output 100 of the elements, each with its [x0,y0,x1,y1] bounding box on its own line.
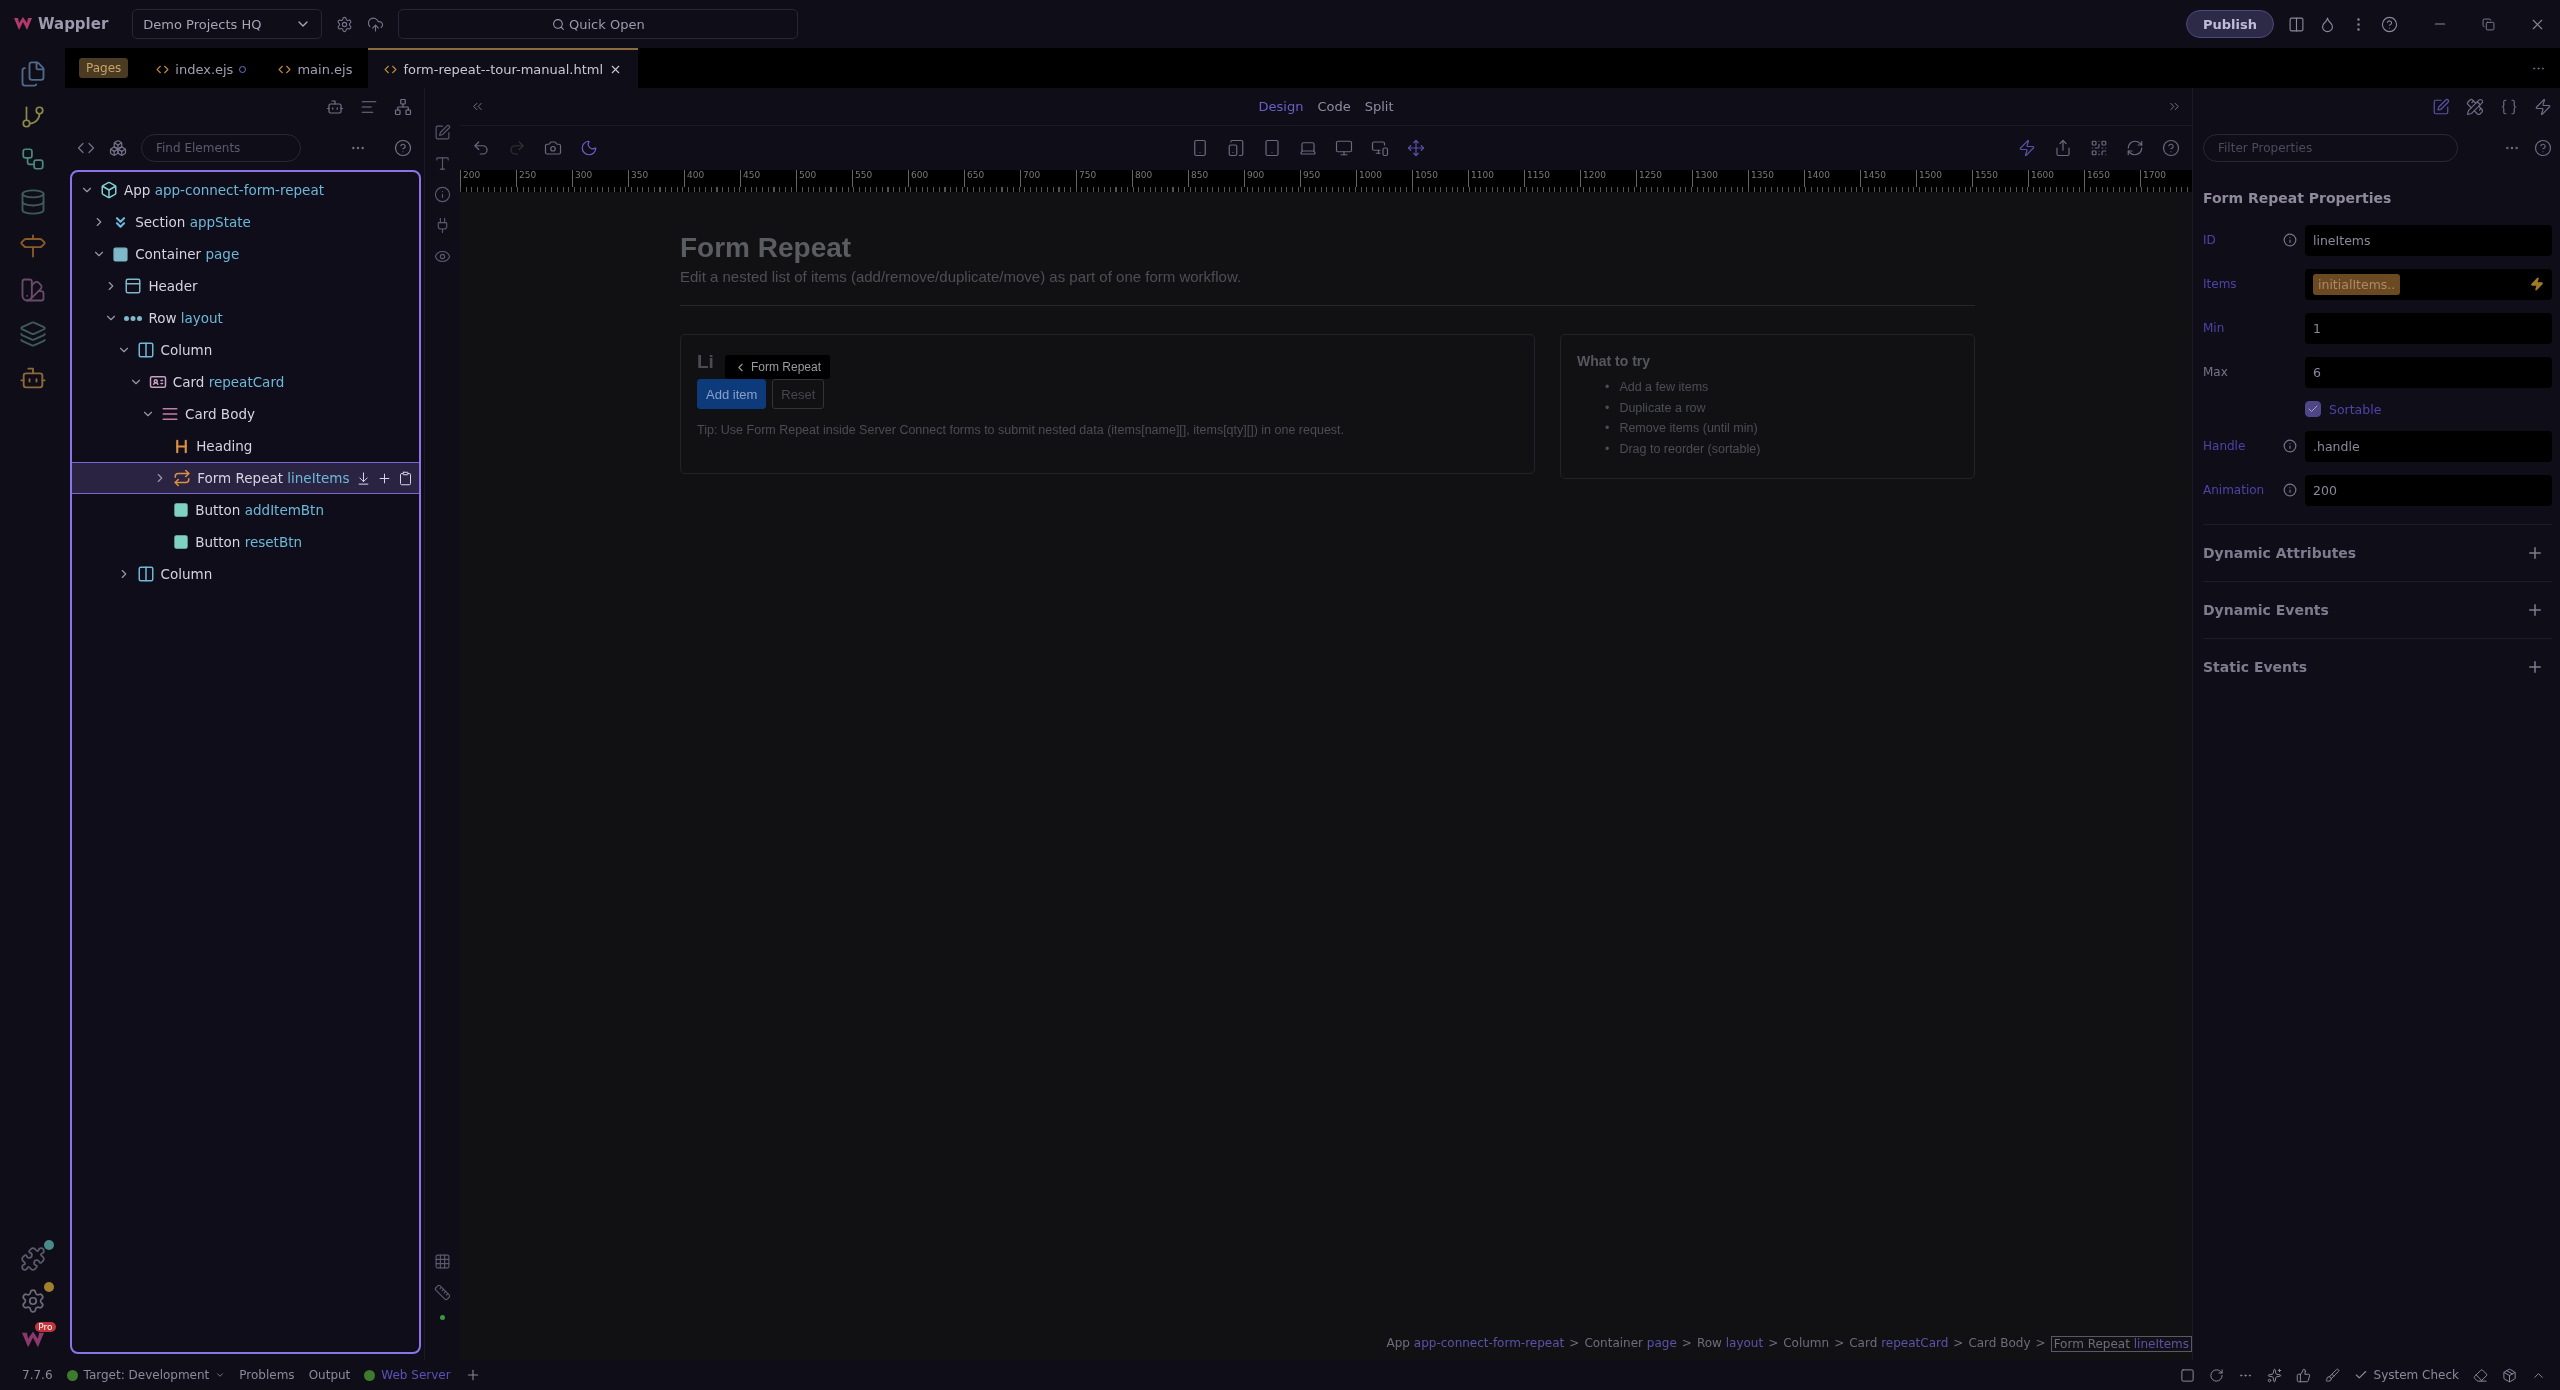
package-icon[interactable] [2502,1367,2517,1383]
robot-icon[interactable] [326,97,344,116]
tree-item[interactable]: App app-connect-form-repeat [72,174,419,206]
tree-item[interactable]: Button resetBtn [72,526,419,558]
breadcrumb-item[interactable]: Column [1783,1336,1830,1352]
eye-icon[interactable] [434,248,451,265]
info-icon[interactable] [434,186,451,203]
tree-item[interactable]: Card Body [72,398,419,430]
layers-icon[interactable] [18,320,47,348]
brush-icon[interactable] [2324,1367,2340,1383]
breadcrumb-item[interactable]: App app-connect-form-repeat [1386,1336,1565,1352]
tree-item[interactable]: Section appState [72,206,419,238]
breadcrumb-item[interactable]: Card repeatCard [1849,1336,1949,1352]
arrow-down-icon[interactable] [356,470,371,486]
tree-item[interactable]: Row layout [72,302,419,334]
target-select[interactable]: Target: Development [66,1368,226,1382]
publish-button[interactable]: Publish [2186,10,2274,38]
filter-properties-field[interactable]: Filter Properties [2203,133,2458,162]
tree-item[interactable]: Heading [72,430,419,462]
section-header[interactable]: Dynamic Attributes [2203,524,2552,581]
tree-item[interactable]: Card repeatCard [72,366,419,398]
ruler-icon[interactable] [434,1284,451,1301]
input-field[interactable]: 1 [2305,312,2552,344]
checkbox[interactable] [2305,401,2321,417]
help-icon[interactable] [2534,138,2552,157]
quick-open-field[interactable]: Quick Open [398,9,799,39]
share-icon[interactable] [2054,139,2072,157]
undo-icon[interactable] [472,139,490,157]
file-tab[interactable]: main.ejs [262,48,369,88]
view-mode-tab[interactable]: Design [1258,99,1304,114]
logo-icon[interactable] [21,1330,44,1350]
file-tab[interactable]: form-repeat--tour-manual.html [368,48,639,88]
design-tools-icon[interactable] [2466,97,2484,116]
tree-item[interactable]: Header [72,270,419,302]
add-button[interactable]: Add item [697,379,767,409]
section-header[interactable]: Dynamic Events [2203,581,2552,638]
plus-icon[interactable] [377,470,392,486]
input-field[interactable]: lineItems [2305,224,2552,256]
project-select[interactable]: Demo Projects HQ [132,9,323,39]
view-mode-tab[interactable]: Code [1317,99,1351,114]
help-icon[interactable] [2162,139,2180,157]
css-icon[interactable] [2500,97,2518,116]
help-icon[interactable] [2381,15,2398,33]
eraser-icon[interactable] [2473,1367,2488,1383]
moon-icon[interactable] [580,139,598,157]
laptop-icon[interactable] [1299,139,1317,157]
panel-tab[interactable]: Problems [239,1368,295,1382]
section-header[interactable]: Static Events [2203,638,2552,695]
breadcrumb-item[interactable]: Container page [1584,1336,1677,1352]
settings-icon[interactable] [336,15,354,33]
monitor-icon[interactable] [1335,139,1353,157]
view-mode-tab[interactable]: Split [1364,99,1394,114]
input-field[interactable]: .handle [2305,430,2552,462]
tree-item[interactable]: Column [72,558,419,590]
move-icon[interactable] [1407,139,1425,157]
restore-icon[interactable] [2482,17,2495,31]
droplet-icon[interactable] [2319,15,2336,33]
grid-icon[interactable] [434,1253,451,1270]
signpost-icon[interactable] [18,232,47,260]
puzzle-icon[interactable] [19,1246,46,1272]
input-field[interactable]: 6 [2305,356,2552,388]
lightning-icon[interactable] [2534,97,2552,116]
panel-tab[interactable]: Output [308,1368,351,1382]
flow-icon[interactable] [19,146,46,172]
breadcrumb-item[interactable]: Form Repeat lineItems [2050,1336,2192,1352]
edit-icon[interactable] [2432,97,2450,116]
refresh-icon[interactable] [2126,139,2144,157]
boxes-icon[interactable] [109,138,127,157]
tablet-icon[interactable] [1263,139,1281,157]
text-icon[interactable] [434,155,451,172]
help-icon[interactable] [394,138,412,157]
square-icon[interactable] [2179,1367,2195,1383]
refresh-icon[interactable] [2208,1367,2224,1383]
sitemap-icon[interactable] [394,97,412,116]
info-icon[interactable] [2283,483,2297,497]
phone-icon[interactable] [1191,139,1209,157]
find-elements-field[interactable]: Find Elements [141,133,301,162]
camera-icon[interactable] [544,139,562,157]
wide-monitor-icon[interactable] [1371,139,1389,157]
system-check-button[interactable]: System Check [2353,1368,2459,1382]
tablet-landscape-icon[interactable] [1227,139,1245,157]
settings-icon[interactable] [19,1288,46,1314]
info-icon[interactable] [2283,439,2297,453]
breadcrumb-item[interactable]: Card Body [1968,1336,2031,1352]
pencil-icon[interactable] [434,124,451,141]
file-tab[interactable]: index.ejs [140,48,263,88]
tree-item[interactable]: Form Repeat lineItems [72,462,419,494]
lightning-icon[interactable] [2018,139,2036,157]
breadcrumb-item[interactable]: Row layout [1696,1336,1764,1352]
input-field[interactable]: 200 [2305,474,2552,506]
branch-icon[interactable] [19,104,46,130]
qr-code-icon[interactable] [2090,139,2108,157]
tree-item[interactable]: Button addItemBtn [72,494,419,526]
sparkle-icon[interactable] [2266,1367,2282,1383]
info-icon[interactable] [2283,233,2297,247]
tree-item[interactable]: Column [72,334,419,366]
cloud-icon[interactable] [367,15,385,33]
tree-item[interactable]: Container page [72,238,419,270]
clipboard-icon[interactable] [398,470,413,486]
thumbs-up-icon[interactable] [2295,1367,2311,1383]
